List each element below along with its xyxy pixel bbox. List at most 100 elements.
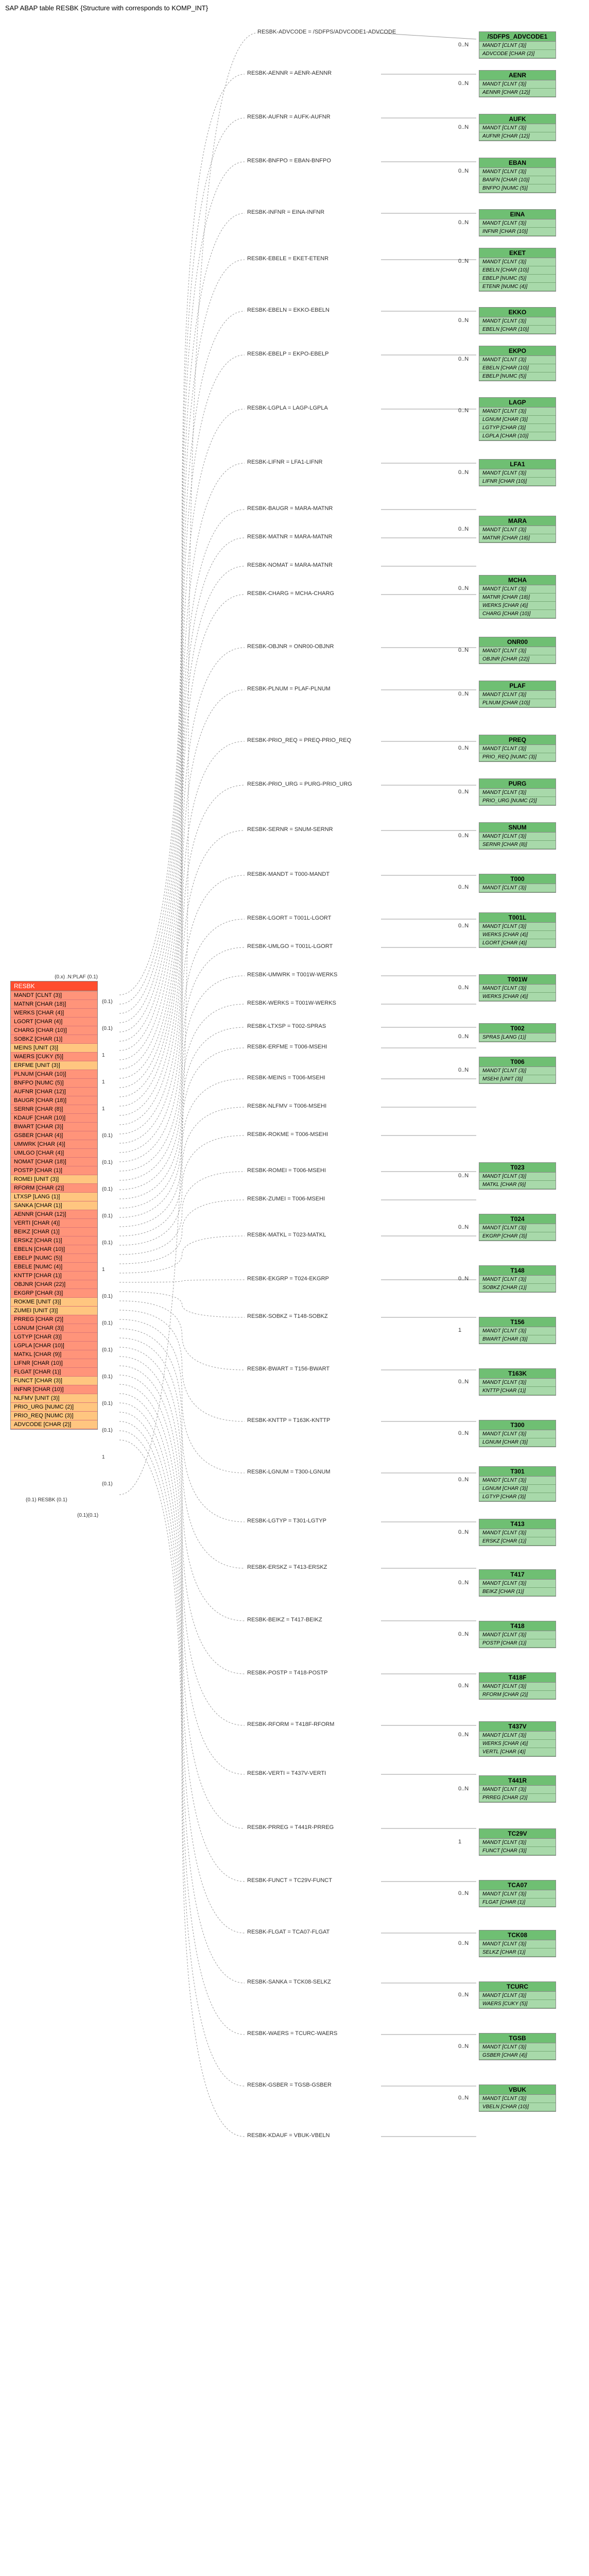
right-table-field: KNTTP [CHAR (1)] <box>479 1387 556 1395</box>
right-cardinality-label: 0..N <box>458 168 469 174</box>
right-table-header: T300 <box>479 1420 556 1430</box>
right-cardinality-label: 0..N <box>458 1276 469 1282</box>
right-table-field: WERKS [CHAR (4)] <box>479 993 556 1001</box>
right-table-field: LGPLA [CHAR (10)] <box>479 432 556 440</box>
right-table: AENRMANDT [CLNT (3)]AENNR [CHAR (12)] <box>479 70 556 97</box>
left-cardinality-note: (0.1) <box>102 1240 113 1246</box>
left-table-field: PRIO_REQ [NUMC (3)] <box>11 1412 97 1420</box>
right-table: EINAMANDT [CLNT (3)]INFNR [CHAR (10)] <box>479 209 556 236</box>
left-table-field: ROKME [UNIT (3)] <box>11 1298 97 1307</box>
relation-link-label: RESBK-LGTYP = T301-LGTYP <box>247 1518 326 1524</box>
right-table-field: ERSKZ [CHAR (1)] <box>479 1537 556 1546</box>
left-cardinality-note: (0.1) <box>102 1160 113 1165</box>
relation-link-label: RESBK-EKGRP = T024-EKGRP <box>247 1276 329 1282</box>
left-cardinality-note: 1 <box>102 1106 105 1112</box>
relation-link-label: RESBK-LGPLA = LAGP-LGPLA <box>247 405 328 411</box>
left-cardinality-note: (0.1) <box>102 1320 113 1326</box>
left-table-field: EKGRP [CHAR (3)] <box>11 1289 97 1298</box>
right-table-field: BEIKZ [CHAR (1)] <box>479 1588 556 1596</box>
left-cardinality-note: 1 <box>102 1267 105 1273</box>
left-table-field: SOBKZ [CHAR (1)] <box>11 1035 97 1044</box>
right-table-header: PURG <box>479 779 556 789</box>
right-table: PURGMANDT [CLNT (3)]PRIO_URG [NUMC (2)] <box>479 778 556 806</box>
right-table-field: VERTL [CHAR (4)] <box>479 1748 556 1756</box>
left-table-field: LGPLA [CHAR (10)] <box>11 1342 97 1350</box>
right-table: T301MANDT [CLNT (3)]LGNUM [CHAR (3)]LGTY… <box>479 1466 556 1502</box>
relation-link-label: RESBK-VERTI = T437V-VERTI <box>247 1770 326 1776</box>
right-table-field: LGNUM [CHAR (3)] <box>479 1438 556 1447</box>
right-table-field: MANDT [CLNT (3)] <box>479 1890 556 1899</box>
left-table-field: ADVCODE [CHAR (2)] <box>11 1420 97 1429</box>
relation-link-label: RESBK-RFORM = T418F-RFORM <box>247 1721 334 1727</box>
right-cardinality-label: 0..N <box>458 42 469 48</box>
right-table: T148MANDT [CLNT (3)]SOBKZ [CHAR (1)] <box>479 1265 556 1293</box>
right-cardinality-label: 0..N <box>458 884 469 890</box>
right-table-header: T001L <box>479 913 556 923</box>
left-table-field: PRREG [CHAR (2)] <box>11 1315 97 1324</box>
right-cardinality-label: 0..N <box>458 1940 469 1946</box>
right-table: T001WMANDT [CLNT (3)]WERKS [CHAR (4)] <box>479 974 556 1002</box>
right-table-field: MANDT [CLNT (3)] <box>479 1732 556 1740</box>
right-table: T024MANDT [CLNT (3)]EKGRP [CHAR (3)] <box>479 1214 556 1241</box>
right-cardinality-label: 0..N <box>458 469 469 476</box>
left-cardinality-note: (0.1) <box>102 1026 113 1031</box>
relation-link-label: RESBK-PRIO_URG = PURG-PRIO_URG <box>247 781 352 787</box>
left-table-field: EBELE [NUMC (4)] <box>11 1263 97 1272</box>
left-table-field: KNTTP [CHAR (1)] <box>11 1272 97 1280</box>
right-table-field: MANDT [CLNT (3)] <box>479 1477 556 1485</box>
relation-link-label: RESBK-ROKME = T006-MSEHI <box>247 1131 328 1138</box>
relation-link-label: RESBK-CHARG = MCHA-CHARG <box>247 590 334 597</box>
right-table-header: MARA <box>479 516 556 526</box>
right-table-field: MANDT [CLNT (3)] <box>479 2095 556 2103</box>
right-table: ONR00MANDT [CLNT (3)]OBJNR [CHAR (22)] <box>479 637 556 664</box>
right-table-field: AENNR [CHAR (12)] <box>479 89 556 97</box>
left-table-field: AUFNR [CHAR (12)] <box>11 1088 97 1096</box>
left-table-field: LIFNR [CHAR (10)] <box>11 1359 97 1368</box>
right-table: AUFKMANDT [CLNT (3)]AUFNR [CHAR (12)] <box>479 114 556 141</box>
right-table-field: SOBKZ [CHAR (1)] <box>479 1284 556 1292</box>
right-table-field: EBELN [CHAR (10)] <box>479 266 556 275</box>
relation-link-label: RESBK-UMLGO = T001L-LGORT <box>247 943 333 950</box>
right-table-header: TCA07 <box>479 1880 556 1890</box>
left-card-label: (0.x) .N:PLAF (0.1) <box>10 974 98 980</box>
right-cardinality-label: 0..N <box>458 408 469 414</box>
right-table-header: T413 <box>479 1519 556 1529</box>
left-table-field: ZUMEI [UNIT (3)] <box>11 1307 97 1315</box>
right-table: TC29VMANDT [CLNT (3)]FUNCT [CHAR (3)] <box>479 1828 556 1856</box>
right-cardinality-label: 0..N <box>458 317 469 324</box>
left-table-field: SERNR [CHAR (8)] <box>11 1105 97 1114</box>
left-cardinality-note: (0.1) <box>102 1347 113 1353</box>
left-table-field: BEIKZ [CHAR (1)] <box>11 1228 97 1236</box>
right-table-field: MANDT [CLNT (3)] <box>479 1940 556 1948</box>
right-table-header: T441R <box>479 1776 556 1786</box>
right-table-header: T163K <box>479 1369 556 1379</box>
right-cardinality-label: 0..N <box>458 585 469 591</box>
relation-link-label: RESBK-LGORT = T001L-LGORT <box>247 915 331 921</box>
right-table-field: MANDT [CLNT (3)] <box>479 124 556 132</box>
right-table-field: MANDT [CLNT (3)] <box>479 745 556 753</box>
relation-link-label: RESBK-MANDT = T000-MANDT <box>247 871 330 877</box>
right-table-field: MATNR [CHAR (18)] <box>479 534 556 543</box>
right-table-field: PRIO_URG [NUMC (2)] <box>479 797 556 805</box>
right-cardinality-label: 0..N <box>458 745 469 751</box>
relation-link-label: RESBK-EBELE = EKET-ETENR <box>247 256 328 262</box>
relation-link-label: RESBK-UMWRK = T001W-WERKS <box>247 972 337 978</box>
right-table-header: SNUM <box>479 823 556 833</box>
left-cardinality-note: (0.1) <box>102 1481 113 1487</box>
relation-link-label: RESBK-ZUMEI = T006-MSEHI <box>247 1196 325 1202</box>
left-table-field: LGTYP [CHAR (3)] <box>11 1333 97 1342</box>
left-table-header: RESBK <box>11 981 97 991</box>
left-table-field: OBJNR [CHAR (22)] <box>11 1280 97 1289</box>
right-table: T441RMANDT [CLNT (3)]PRREG [CHAR (2)] <box>479 1775 556 1803</box>
right-table-field: MANDT [CLNT (3)] <box>479 585 556 594</box>
relation-link-label: RESBK-WERKS = T001W-WERKS <box>247 1000 336 1006</box>
left-table-field: NLFMV [UNIT (3)] <box>11 1394 97 1403</box>
right-table: T001LMANDT [CLNT (3)]WERKS [CHAR (4)]LGO… <box>479 912 556 948</box>
right-cardinality-label: 0..N <box>458 923 469 929</box>
left-table-field: POSTP [CHAR (1)] <box>11 1166 97 1175</box>
left-table-field: BAUGR [CHAR (18)] <box>11 1096 97 1105</box>
left-table-field: PLNUM [CHAR (10)] <box>11 1070 97 1079</box>
left-table-field: BWART [CHAR (3)] <box>11 1123 97 1131</box>
right-table-header: LFA1 <box>479 460 556 469</box>
right-table-field: MANDT [CLNT (3)] <box>479 168 556 176</box>
